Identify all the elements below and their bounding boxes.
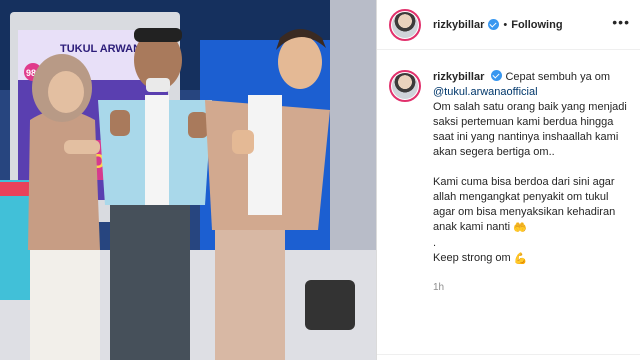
caption-username[interactable]: rizkybillar bbox=[433, 71, 484, 83]
avatar[interactable] bbox=[389, 8, 421, 41]
person-left bbox=[28, 54, 100, 360]
mention-link[interactable]: @tukul.arwanaofficial bbox=[433, 86, 538, 98]
username-link[interactable]: rizkybillar bbox=[433, 19, 484, 31]
caption-dot-line: . bbox=[433, 237, 437, 249]
caption-comment: rizkybillar Cepat sembuh ya om @tukul.ar… bbox=[377, 50, 640, 295]
action-bar-divider bbox=[377, 354, 640, 360]
caption-line1: Cepat sembuh ya om bbox=[505, 71, 611, 83]
post-side-panel: rizkybillar • Following ••• rizkybillar … bbox=[376, 0, 640, 360]
caption-verified-icon bbox=[491, 70, 503, 81]
more-options-icon[interactable]: ••• bbox=[612, 14, 630, 30]
caption-para3-text: Keep strong om bbox=[433, 252, 511, 264]
caption-para2: Kami cuma bisa berdoa dari sini agar all… bbox=[433, 175, 628, 236]
photo-illustration: TUKUL ARWANA 98 OW bbox=[0, 0, 376, 360]
caption-text: rizkybillar Cepat sembuh ya om @tukul.ar… bbox=[433, 70, 628, 295]
flexed-biceps-icon: 💪 bbox=[513, 253, 528, 265]
separator-dot: • bbox=[503, 18, 508, 31]
verified-badge-icon bbox=[488, 19, 500, 30]
caption-avatar[interactable] bbox=[389, 70, 421, 102]
praying-hands-icon: 🤲 bbox=[513, 222, 527, 234]
caption-para3: Keep strong om 💪 bbox=[433, 251, 628, 267]
post-header: rizkybillar • Following ••• bbox=[377, 0, 640, 50]
post-photo[interactable]: TUKUL ARWANA 98 OW bbox=[0, 0, 376, 360]
caption-para1: Om salah satu orang baik yang menjadi sa… bbox=[433, 101, 627, 158]
following-button[interactable]: Following bbox=[511, 19, 562, 31]
comment-timestamp[interactable]: 1h bbox=[433, 280, 628, 295]
